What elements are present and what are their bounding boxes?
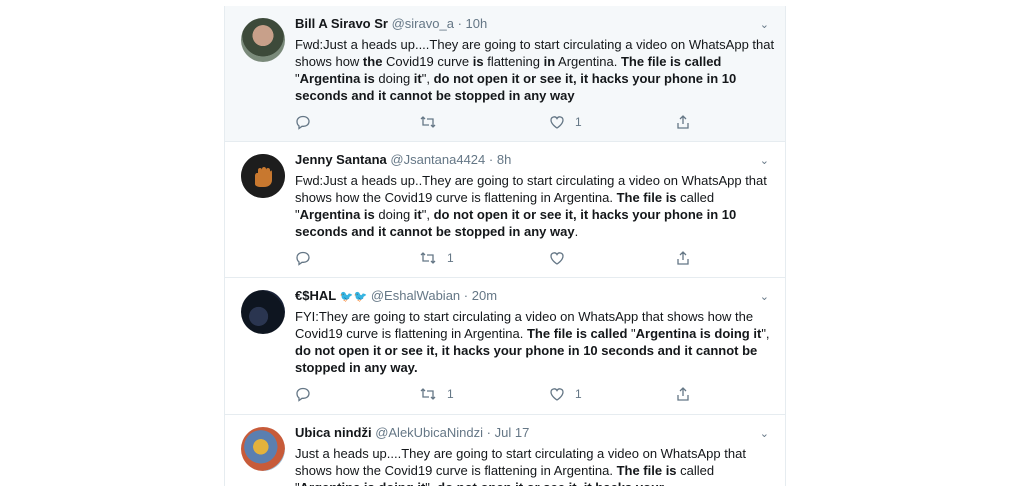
tweet-header: Bill A Siravo Sr @siravo_a · 10h [295, 16, 771, 32]
reply-button[interactable] [295, 386, 321, 402]
tweet-text-segment: doing [374, 71, 414, 86]
retweet-icon [419, 386, 437, 402]
chevron-down-icon[interactable]: ⌄ [760, 290, 769, 303]
user-handle[interactable]: @EshalWabian [371, 288, 460, 303]
share-button[interactable] [675, 114, 691, 130]
tweet[interactable]: Bill A Siravo Sr @siravo_a · 10h ⌄ Fwd:J… [225, 6, 785, 142]
separator-dot: · [488, 152, 494, 167]
avatar[interactable] [241, 290, 285, 334]
reply-button[interactable] [295, 114, 321, 130]
display-name[interactable]: Jenny Santana [295, 152, 387, 167]
like-button[interactable] [549, 250, 575, 266]
retweet-icon [419, 114, 437, 130]
bird-emoji: 🐦🐦 [339, 291, 368, 303]
tweet-text-segment: flattening [483, 54, 544, 69]
chevron-down-icon[interactable]: ⌄ [760, 154, 769, 167]
avatar[interactable] [241, 427, 285, 471]
share-icon [675, 250, 691, 266]
user-handle[interactable]: @siravo_a [392, 16, 454, 31]
tweet-text-segment: Argentina is doing it [635, 326, 762, 341]
share-button[interactable] [675, 250, 691, 266]
tweet-actions: 1 [295, 250, 771, 268]
tweet-text-segment: doing [374, 207, 414, 222]
tweet-text: Just a heads up....They are going to sta… [295, 445, 775, 486]
tweet-text-segment: do not open it or see it, it hacks your [437, 480, 664, 486]
like-button[interactable]: 1 [549, 114, 582, 130]
reply-icon [295, 114, 311, 130]
timestamp[interactable]: 8h [497, 152, 511, 167]
timestamp[interactable]: 20m [472, 288, 497, 303]
display-name[interactable]: Bill A Siravo Sr [295, 16, 388, 31]
reply-button[interactable] [295, 250, 321, 266]
tweet-actions: 1 [295, 114, 771, 132]
avatar[interactable] [241, 18, 285, 62]
tweet-text-segment: in [543, 54, 556, 69]
tweet-text: Fwd:Just a heads up..They are going to s… [295, 172, 775, 240]
tweet-text-segment: Argentina is [299, 71, 375, 86]
like-count: 1 [575, 115, 582, 129]
display-name[interactable]: Ubica nindži [295, 425, 372, 440]
tweet-text-segment: ", [421, 71, 434, 86]
timestamp[interactable]: 10h [466, 16, 488, 31]
tweet-text: Fwd:Just a heads up....They are going to… [295, 36, 775, 104]
heart-icon [549, 386, 565, 402]
retweet-icon [419, 250, 437, 266]
chevron-down-icon[interactable]: ⌄ [760, 18, 769, 31]
display-name[interactable]: €$HAL [295, 288, 336, 303]
tweet[interactable]: €$HAL 🐦🐦 @EshalWabian · 20m ⌄ FYI:They a… [225, 278, 785, 415]
user-handle[interactable]: @Jsantana4424 [390, 152, 485, 167]
retweet-button[interactable] [419, 114, 447, 130]
timestamp[interactable]: Jul 17 [495, 425, 530, 440]
tweet-text-segment: the [362, 54, 383, 69]
user-handle[interactable]: @AlekUbicaNindzi [375, 425, 483, 440]
timeline: Bill A Siravo Sr @siravo_a · 10h ⌄ Fwd:J… [224, 6, 786, 486]
retweet-button[interactable]: 1 [419, 250, 454, 266]
share-icon [675, 114, 691, 130]
chevron-down-icon[interactable]: ⌄ [760, 427, 769, 440]
tweet-text-segment: ", [425, 480, 437, 486]
retweet-button[interactable]: 1 [419, 386, 454, 402]
heart-icon [549, 114, 565, 130]
tweet-text-segment: The file is called [620, 54, 722, 69]
tweet-text-segment: it [413, 207, 422, 222]
tweet-text-segment: Covid19 curve [382, 54, 473, 69]
like-count: 1 [575, 387, 582, 401]
share-button[interactable] [675, 386, 691, 402]
retweet-count: 1 [447, 387, 454, 401]
tweet-text-segment: Argentina. [555, 54, 621, 69]
tweet-text-segment: ", [761, 326, 770, 341]
separator-dot: · [486, 425, 492, 440]
like-button[interactable]: 1 [549, 386, 582, 402]
tweet-text-segment: is [472, 54, 484, 69]
tweet-text-segment: ", [421, 207, 434, 222]
tweet-text-segment: Argentina is [299, 207, 375, 222]
reply-icon [295, 386, 311, 402]
tweet-header: Ubica nindži @AlekUbicaNindzi · Jul 17 [295, 425, 771, 441]
tweet-text-segment: The file is called [526, 326, 628, 341]
tweet-text-segment: The file is [616, 463, 677, 478]
tweet-text-segment: do not open it or see it, it hacks your … [295, 343, 758, 375]
tweet-actions: 1 1 [295, 386, 771, 404]
retweet-count: 1 [447, 251, 454, 265]
tweet-text-segment: . [574, 224, 579, 239]
separator-dot: · [457, 16, 462, 31]
tweet-text-segment: The file is [616, 190, 677, 205]
tweet-header: Jenny Santana @Jsantana4424 · 8h [295, 152, 771, 168]
tweet-text-segment: Argentina is doing it [300, 480, 426, 486]
tweet[interactable]: Jenny Santana @Jsantana4424 · 8h ⌄ Fwd:J… [225, 142, 785, 278]
tweet-header: €$HAL 🐦🐦 @EshalWabian · 20m [295, 288, 771, 304]
separator-dot: · [463, 288, 469, 303]
avatar[interactable] [241, 154, 285, 198]
share-icon [675, 386, 691, 402]
tweet-text: FYI:They are going to start circulating … [295, 308, 775, 376]
heart-icon [549, 250, 565, 266]
tweet[interactable]: Ubica nindži @AlekUbicaNindzi · Jul 17 ⌄… [225, 415, 785, 486]
tweet-text-segment: " [627, 326, 636, 341]
reply-icon [295, 250, 311, 266]
tweet-text-segment: it [413, 71, 422, 86]
